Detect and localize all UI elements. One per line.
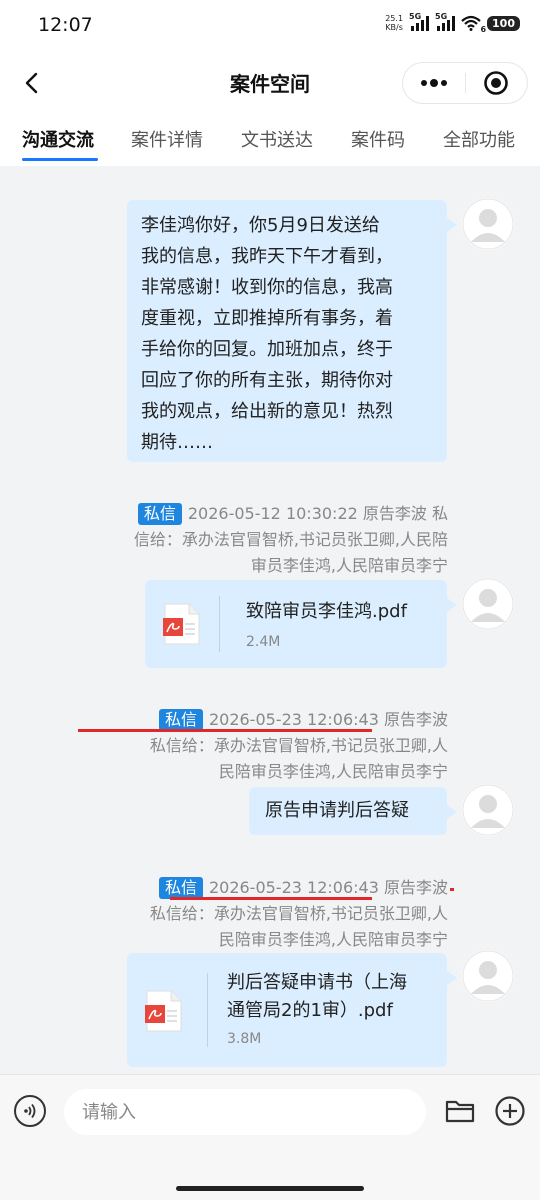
network-speed: 25.1 KB/s xyxy=(385,14,404,32)
input-bar xyxy=(0,1074,540,1200)
status-time: 12:07 xyxy=(38,14,93,36)
status-bar: 12:07 25.1 KB/s 5G 5G 6 100 xyxy=(0,0,540,50)
message-bubble[interactable]: 原告申请判后答疑 xyxy=(249,787,457,835)
message-timestamp: 2026-05-23 12:06:43 xyxy=(208,710,379,729)
message-text: 原告申请判后答疑 xyxy=(265,800,409,821)
file-size: 3.8M xyxy=(227,1031,262,1047)
target-icon xyxy=(484,71,509,95)
avatar[interactable] xyxy=(462,784,514,836)
folder-button[interactable] xyxy=(444,1095,476,1127)
chat-area[interactable]: 李佳鸿你好，你5月9日发送给 我的信息，我昨天下午才看到， 非常感谢！收到你的信… xyxy=(0,166,540,1074)
mini-program-capsule xyxy=(402,62,528,104)
close-miniprogram-button[interactable] xyxy=(466,63,528,103)
message-input[interactable] xyxy=(64,1089,426,1135)
plus-button[interactable] xyxy=(494,1095,526,1127)
plus-circle-icon xyxy=(495,1096,525,1126)
file-message-bubble[interactable]: 致陪审员李佳鸿.pdf 2.4M xyxy=(145,580,457,668)
user-placeholder-icon xyxy=(462,198,514,250)
file-name: 判后答疑申请书（上海 通管局2的1审）.pdf xyxy=(227,972,407,1021)
more-button[interactable] xyxy=(403,63,465,103)
avatar[interactable] xyxy=(462,578,514,630)
signal-icon-2: 5G xyxy=(435,12,456,31)
folder-icon xyxy=(445,1100,475,1123)
message-meta: 私信 2026-05-23 12:06:43 原告李波 私信给：承办法官冒智桥,书… xyxy=(149,877,448,949)
message-timestamp: 2026-05-12 10:30:22 xyxy=(187,504,358,523)
private-message-badge: 私信 xyxy=(158,877,203,899)
voice-button[interactable] xyxy=(14,1095,46,1127)
home-indicator[interactable] xyxy=(176,1186,364,1191)
user-placeholder-icon xyxy=(462,784,514,836)
status-indicators: 25.1 KB/s 5G 5G 6 100 xyxy=(385,12,520,34)
private-message-badge: 私信 xyxy=(137,503,182,525)
file-name: 致陪审员李佳鸿.pdf xyxy=(246,601,407,622)
message-meta: 私信 2026-05-12 10:30:22 原告李波 私 信给：承办法官冒智桥,… xyxy=(133,503,448,575)
file-size: 2.4M xyxy=(246,634,281,650)
message-meta: 私信 2026-05-23 12:06:43 原告李波 私信给：承办法官冒智桥,书… xyxy=(149,709,448,781)
tab-case-details[interactable]: 案件详情 xyxy=(131,126,203,152)
tab-case-code[interactable]: 案件码 xyxy=(351,126,405,152)
message-timestamp: 2026-05-23 12:06:43 xyxy=(208,878,379,897)
message-bubble[interactable]: 李佳鸿你好，你5月9日发送给 我的信息，我昨天下午才看到， 非常感谢！收到你的信… xyxy=(127,200,457,462)
tab-document-delivery[interactable]: 文书送达 xyxy=(241,126,313,152)
private-message-badge: 私信 xyxy=(158,709,203,731)
ellipsis-icon xyxy=(420,79,447,87)
nav-bar: 案件空间 xyxy=(0,50,540,116)
user-placeholder-icon xyxy=(462,578,514,630)
battery-icon: 100 xyxy=(487,15,520,31)
wifi-icon: 6 xyxy=(461,15,486,34)
pdf-file-icon xyxy=(163,602,201,650)
signal-icon: 5G xyxy=(409,12,430,31)
annotation-underline xyxy=(78,729,372,732)
active-tab-indicator xyxy=(22,158,98,161)
message-text: 李佳鸿你好，你5月9日发送给 我的信息，我昨天下午才看到， 非常感谢！收到你的信… xyxy=(141,215,393,453)
voice-icon xyxy=(24,1103,36,1119)
avatar[interactable] xyxy=(462,198,514,250)
avatar[interactable] xyxy=(462,950,514,1002)
annotation-underline xyxy=(170,897,372,900)
tab-communication[interactable]: 沟通交流 xyxy=(22,126,94,152)
tab-all-functions[interactable]: 全部功能 xyxy=(443,126,515,152)
pdf-file-icon xyxy=(145,989,183,1037)
user-placeholder-icon xyxy=(462,950,514,1002)
annotation-mark xyxy=(450,888,454,891)
file-message-bubble[interactable]: 判后答疑申请书（上海 通管局2的1审）.pdf 3.8M xyxy=(127,953,457,1067)
